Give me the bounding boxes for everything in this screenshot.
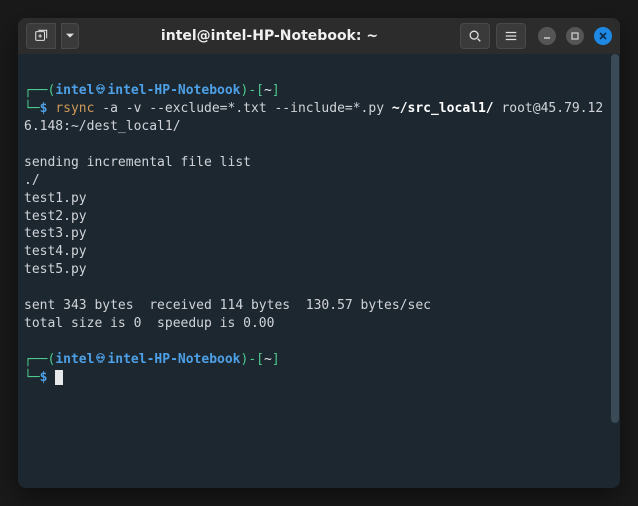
skull-icon bbox=[94, 83, 107, 96]
prompt-dollar: $ bbox=[40, 101, 48, 116]
output-line: test1.py bbox=[24, 191, 87, 206]
output-line: test5.py bbox=[24, 262, 87, 277]
scrollbar-thumb[interactable] bbox=[611, 54, 619, 423]
prompt-host: intel-HP-Notebook bbox=[107, 83, 240, 98]
new-tab-button[interactable] bbox=[26, 23, 56, 49]
prompt-close1: )-[ bbox=[241, 83, 264, 98]
new-tab-dropdown[interactable] bbox=[61, 23, 79, 49]
skull-icon bbox=[94, 352, 107, 365]
terminal-body[interactable]: ┌──(intelintel-HP-Notebook)-[~] └─$ rsyn… bbox=[18, 54, 620, 488]
prompt-line2-prefix: └─ bbox=[24, 101, 40, 116]
prompt2-line1-open: ┌──( bbox=[24, 352, 55, 367]
output-line: ./ bbox=[24, 173, 40, 188]
prompt-user: intel bbox=[55, 83, 94, 98]
output-line: test4.py bbox=[24, 244, 87, 259]
command-flags: -a -v --exclude=*.txt --include=*.py bbox=[94, 101, 391, 116]
scrollbar[interactable] bbox=[610, 54, 620, 488]
prompt2-line2-prefix: └─ bbox=[24, 370, 40, 385]
command-line: └─$ rsync -a -v --exclude=*.txt --includ… bbox=[24, 100, 614, 136]
command-name: rsync bbox=[55, 101, 94, 116]
output-line: total size is 0 speedup is 0.00 bbox=[24, 316, 274, 331]
close-button[interactable] bbox=[594, 27, 612, 45]
output-line: sending incremental file list bbox=[24, 155, 251, 170]
prompt-line1-open: ┌──( bbox=[24, 83, 55, 98]
prompt2-user: intel bbox=[55, 352, 94, 367]
window-title: intel@intel-HP-Notebook: ~ bbox=[85, 28, 454, 44]
titlebar: intel@intel-HP-Notebook: ~ bbox=[18, 18, 620, 54]
window-controls bbox=[538, 27, 612, 45]
prompt2-close2: ] bbox=[272, 352, 280, 367]
output-line: sent 343 bytes received 114 bytes 130.57… bbox=[24, 298, 431, 313]
prompt2-path: ~ bbox=[264, 352, 272, 367]
hamburger-menu-button[interactable] bbox=[496, 23, 526, 49]
terminal-window: intel@intel-HP-Notebook: ~ ┌──(intelinte… bbox=[18, 18, 620, 488]
prompt-path: ~ bbox=[264, 83, 272, 98]
output-line: test2.py bbox=[24, 209, 87, 224]
minimize-button[interactable] bbox=[538, 27, 556, 45]
search-button[interactable] bbox=[460, 23, 490, 49]
prompt2-close1: )-[ bbox=[241, 352, 264, 367]
command-src: ~/src_local1/ bbox=[392, 101, 494, 116]
prompt2-host: intel-HP-Notebook bbox=[107, 352, 240, 367]
output-line: test3.py bbox=[24, 226, 87, 241]
maximize-button[interactable] bbox=[566, 27, 584, 45]
prompt2-dollar: $ bbox=[40, 370, 48, 385]
prompt-close2: ] bbox=[272, 83, 280, 98]
cursor bbox=[55, 370, 63, 385]
